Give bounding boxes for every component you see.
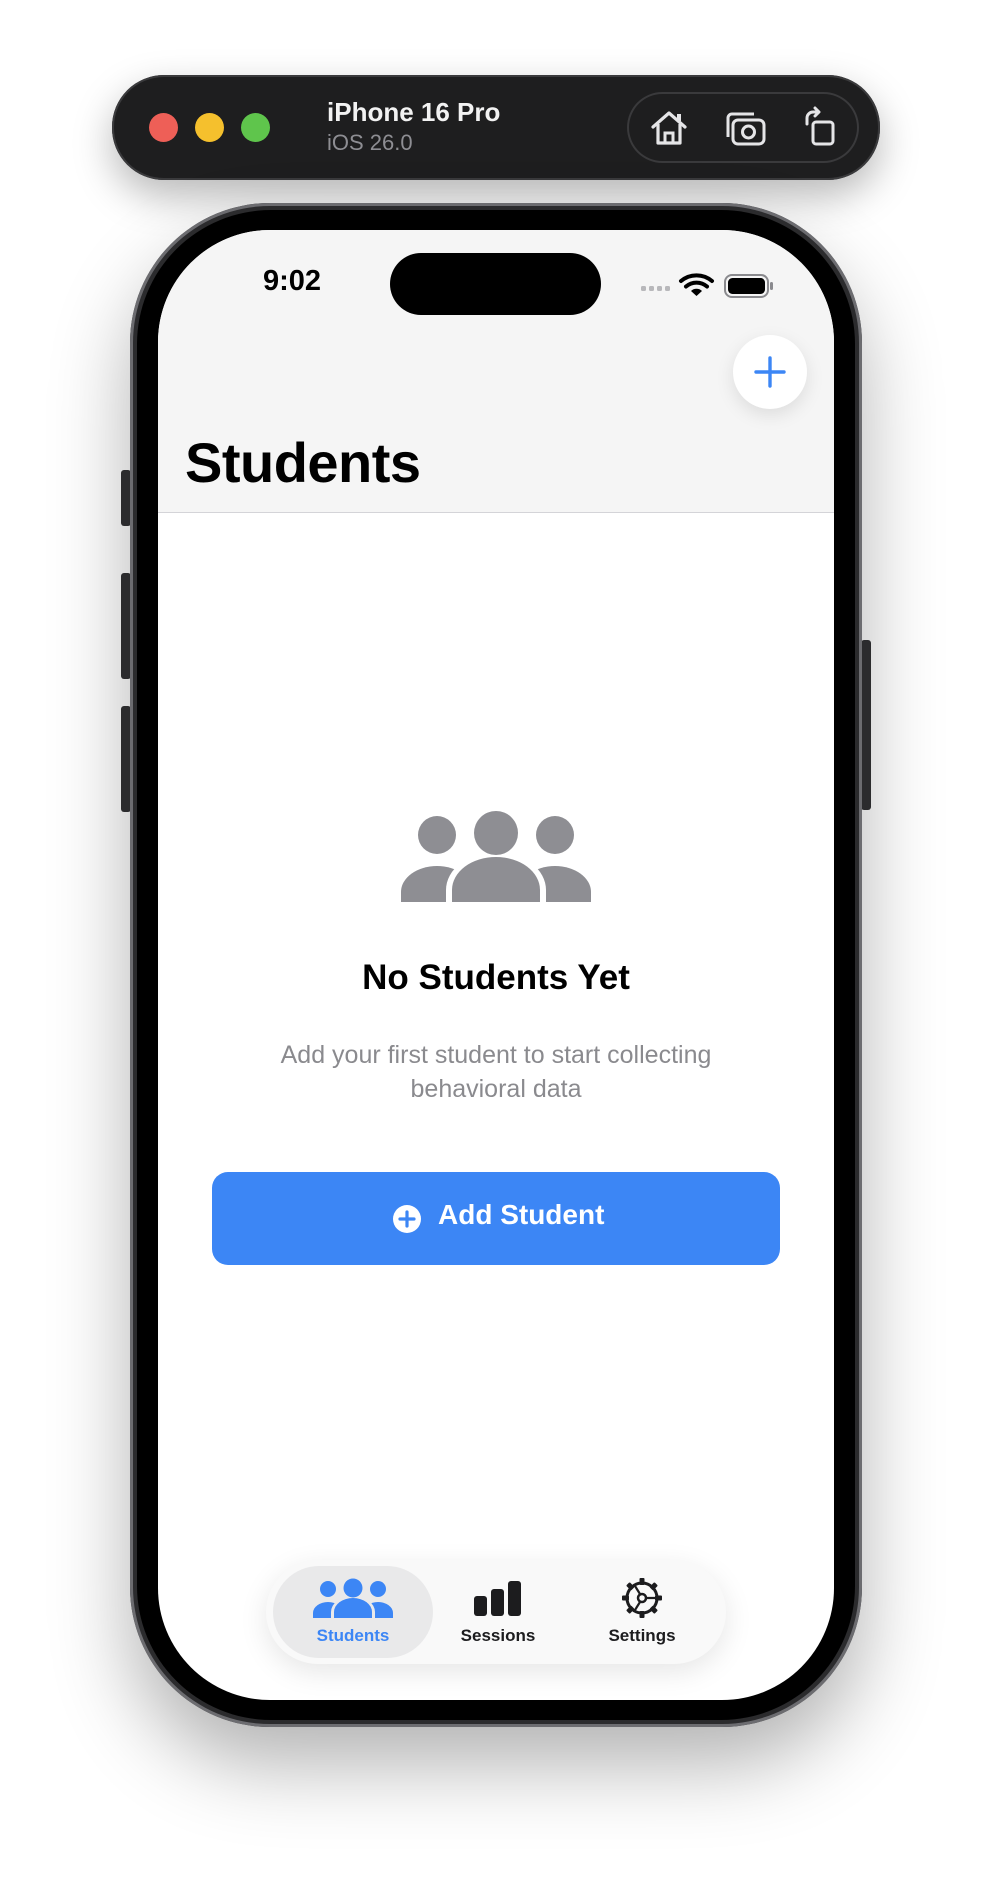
tab-bar: Students Sessions Settings	[266, 1560, 726, 1664]
tab-label-students: Students	[316, 1626, 390, 1645]
side-power-button[interactable]	[861, 640, 871, 810]
empty-state-title: No Students Yet	[362, 958, 630, 997]
tab-label-sessions: Sessions	[460, 1626, 536, 1645]
plus-icon	[754, 356, 786, 388]
cellular-icon	[641, 286, 670, 291]
wifi-icon	[679, 273, 714, 296]
simulator-title-bar: iPhone 16 Pro iOS 26.0	[112, 75, 880, 180]
people-icon	[401, 810, 591, 902]
empty-state-subtitle: Add your first student to start collecti…	[280, 1041, 712, 1103]
page-title: Students	[185, 431, 421, 494]
home-icon[interactable]	[647, 106, 691, 150]
phone-screen: 9:02 Students No Students Yet Add your f…	[158, 230, 834, 1700]
minimize-window-button[interactable]	[195, 113, 224, 142]
tab-students[interactable]: Students	[273, 1566, 433, 1658]
tab-settings[interactable]: Settings	[562, 1566, 722, 1658]
screenshot-icon[interactable]	[724, 106, 768, 150]
tab-sessions[interactable]: Sessions	[418, 1566, 578, 1658]
chart-bar-icon	[474, 1581, 521, 1616]
status-time: 9:02	[262, 265, 322, 297]
rotate-icon[interactable]	[799, 106, 843, 150]
plus-circle-icon	[393, 1205, 421, 1233]
navigation-bar: 9:02 Students	[158, 230, 834, 513]
os-version: iOS 26.0	[327, 130, 413, 155]
add-student-button[interactable]: Add Student	[212, 1172, 780, 1265]
add-student-label: Add Student	[438, 1199, 605, 1230]
people-icon	[313, 1578, 393, 1618]
battery-icon	[724, 274, 773, 298]
simulator-controls	[627, 92, 859, 163]
status-icons	[641, 273, 773, 298]
dynamic-island	[390, 253, 601, 315]
close-window-button[interactable]	[149, 113, 178, 142]
gear-icon	[622, 1578, 662, 1618]
tab-label-settings: Settings	[608, 1626, 676, 1645]
add-student-fab[interactable]	[733, 335, 807, 409]
zoom-window-button[interactable]	[241, 113, 270, 142]
device-name: iPhone 16 Pro	[327, 97, 501, 127]
